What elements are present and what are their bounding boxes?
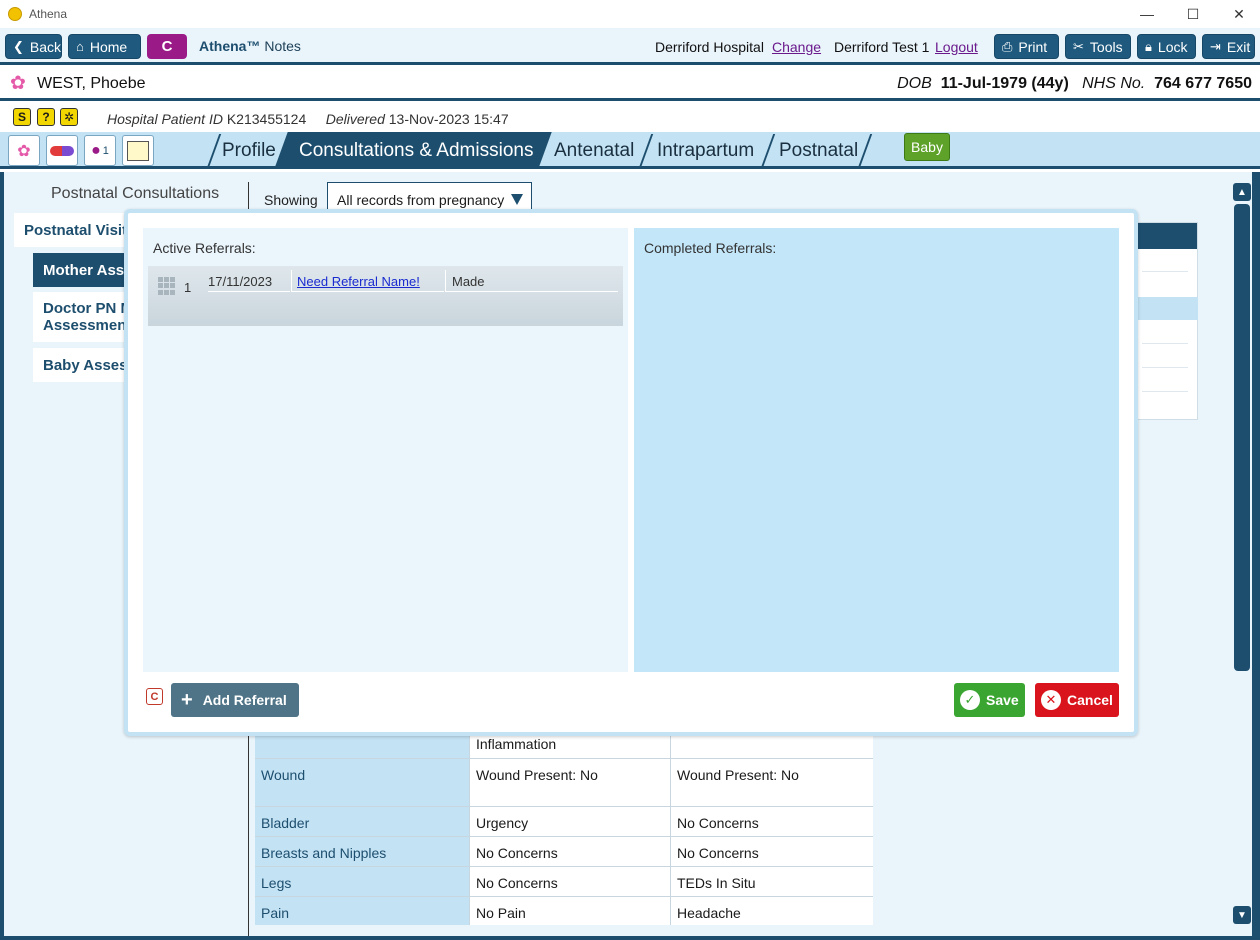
table-row: Breasts and Nipples No Concerns No Conce… [255,837,873,867]
alert-icon[interactable]: ✲ [60,108,78,126]
plus-icon: + [181,689,193,711]
maximize-button[interactable]: ☐ [1170,0,1216,28]
navigation-tabs: ✿ ● 1 Profile Consultations & Admissions … [0,132,1260,169]
table-row: Wound Wound Present: No Wound Present: N… [255,759,873,807]
flower-quick-icon[interactable]: ✿ [8,135,40,166]
back-button[interactable]: ❮ Back [5,34,62,59]
patient-identifiers: DOB 11-Jul-1979 (44y) NHS No. 764 677 76… [897,75,1252,92]
tab-antenatal[interactable]: Antenatal [554,140,634,162]
referral-status: Made [445,270,618,292]
athena-logo-icon [8,7,22,21]
patient-name: WEST, Phoebe [37,75,146,92]
table-row: Inflammation [255,732,873,759]
patient-info-row: S ? ✲ Hospital Patient ID K213455124 Del… [0,104,1260,132]
logout-link[interactable]: Logout [935,39,978,55]
close-window-button[interactable]: ✕ [1216,0,1260,28]
cancel-button[interactable]: ✕ Cancel [1035,683,1119,717]
window-titlebar: Athena — ☐ ✕ [0,0,1260,28]
table-row: Legs No Concerns TEDs In Situ [255,867,873,897]
delivered-date: 13-Nov-2023 15:47 [388,111,509,127]
tab-profile[interactable]: Profile [222,140,276,162]
referrals-dialog: Active Referrals: 1 17/11/2023 Need Refe… [124,209,1138,736]
check-icon: ✓ [960,690,980,710]
referral-number: 1 [184,280,192,295]
completed-referrals-panel: Completed Referrals: [634,228,1119,672]
scroll-up-icon[interactable]: ▲ [1233,183,1251,201]
app-brand: Athena™ Notes [199,38,301,54]
patient-banner: ✿ WEST, Phoebe DOB 11-Jul-1979 (44y) NHS… [0,68,1260,101]
minimize-button[interactable]: — [1124,0,1170,28]
close-icon: ✕ [1041,690,1061,710]
tab-consultations-admissions[interactable]: Consultations & Admissions [299,140,533,162]
medication-icon[interactable] [46,135,78,166]
patient-nhs-number: 764 677 7650 [1154,75,1252,92]
home-button[interactable]: ⌂ Home [68,34,141,59]
vertical-scrollbar[interactable]: ▲ ▼ [1233,183,1251,924]
hospital-name: Derriford Hospital [655,39,764,55]
active-referrals-panel: Active Referrals: 1 17/11/2023 Need Refe… [143,228,628,672]
nav-mother-assessments[interactable]: Mother Asse [33,253,131,287]
active-referrals-label: Active Referrals: [153,240,256,256]
patient-dob: 11-Jul-1979 (44y) [940,75,1069,92]
table-row: Bladder Urgency No Concerns [255,807,873,837]
print-button[interactable]: ⎙ Print [994,34,1059,59]
drag-handle-icon[interactable] [158,277,176,295]
tools-icon: ✂ [1073,38,1084,54]
chevron-left-icon: ❮ [13,38,24,54]
nav-postnatal-visits[interactable]: Postnatal Visits [14,213,132,247]
notes-icon[interactable] [122,135,154,166]
hospital-patient-id: Hospital Patient ID K213455124 Delivered… [107,111,509,127]
current-user: Derriford Test 1 [834,39,930,55]
main-toolbar: ❮ Back ⌂ Home C Athena™ Notes Derriford … [0,28,1260,65]
completed-referrals-label: Completed Referrals: [644,240,777,256]
referral-row[interactable]: 1 17/11/2023 Need Referral Name! Made [148,266,623,326]
referral-date: 17/11/2023 [208,270,290,292]
lock-button[interactable]: 🔒︎ Lock [1137,34,1196,59]
dropdown-arrow-icon [511,194,523,205]
c-flag-icon[interactable]: C [146,688,163,705]
tab-intrapartum[interactable]: Intrapartum [657,140,754,162]
exit-button[interactable]: ⇥ Exit [1202,34,1255,59]
nav-doctor-pn-assessments[interactable]: Doctor PN M Assessments [33,292,131,342]
window-title: Athena [29,7,68,21]
left-nav-title: Postnatal Consultations [51,185,220,202]
nav-baby-assessments[interactable]: Baby Assessr [33,348,131,382]
baby-count-icon[interactable]: ● 1 [84,135,116,166]
printer-icon: ⎙ [1002,38,1013,54]
table-row: Pain No Pain Headache [255,897,873,925]
c-button[interactable]: C [147,34,187,59]
exit-icon: ⇥ [1210,38,1221,54]
tools-button[interactable]: ✂ Tools [1065,34,1131,59]
home-icon: ⌂ [76,39,84,54]
save-button[interactable]: ✓ Save [954,683,1025,717]
scroll-down-icon[interactable]: ▼ [1233,906,1251,924]
tab-postnatal[interactable]: Postnatal [779,140,858,162]
flower-icon: ✿ [10,73,26,94]
referral-name-link[interactable]: Need Referral Name! [291,270,444,292]
change-hospital-link[interactable]: Change [772,39,821,55]
safeguarding-icon[interactable]: S [13,108,31,126]
add-referral-button[interactable]: + Add Referral [171,683,299,717]
background-records-table [1131,222,1198,420]
showing-label: Showing [264,192,318,208]
question-icon[interactable]: ? [37,108,55,126]
scroll-thumb[interactable] [1234,204,1250,671]
lock-icon: 🔒︎ [1145,38,1152,54]
baby-button[interactable]: Baby [904,133,950,161]
